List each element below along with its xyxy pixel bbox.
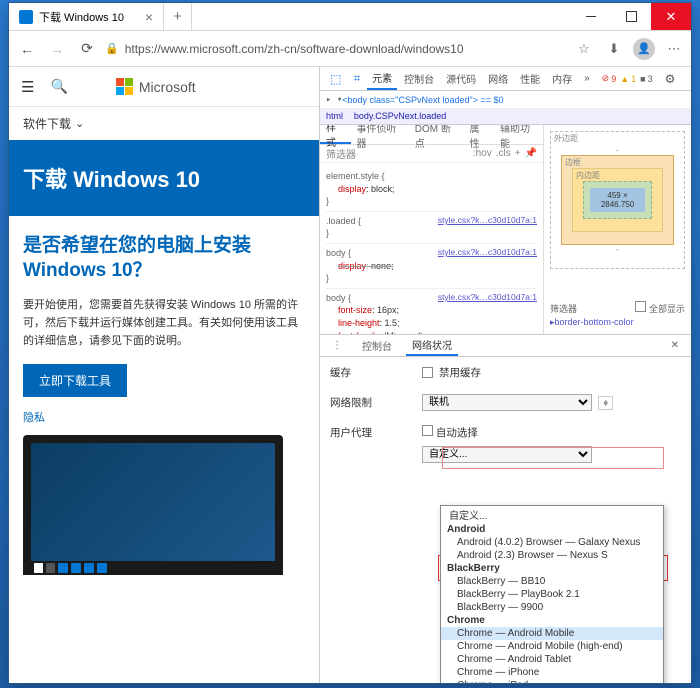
drawer-tab-console[interactable]: 控制台 (356, 336, 398, 355)
reading-list-icon[interactable]: ⬇ (603, 41, 625, 57)
inspect-icon[interactable]: ⬚ (325, 67, 346, 90)
drawer-close-icon[interactable]: ✕ (665, 338, 685, 353)
ua-option[interactable]: Chrome — iPhone (441, 666, 663, 679)
hov-toggle[interactable]: :hov (473, 148, 492, 159)
nav-forward-button[interactable]: → (45, 37, 69, 61)
browser-navbar: ← → ⟳ 🔒 https://www.microsoft.com/zh-cn/… (9, 31, 691, 67)
computed-prop-link[interactable]: border-bottom-color (555, 317, 634, 327)
url-text: https://www.microsoft.com/zh-cn/software… (125, 42, 464, 56)
throttle-settings-icon[interactable]: ♦ (598, 396, 613, 410)
warning-badge[interactable]: ▲1 (620, 74, 636, 84)
page-header: ☰ 🔍 Microsoft (9, 67, 319, 107)
devtools-menu-icon[interactable]: ⋮ (682, 67, 691, 90)
ua-textarea-outline[interactable] (442, 447, 664, 469)
ua-option[interactable]: Android (2.3) Browser — Nexus S (441, 549, 663, 562)
styles-tabs: 样式 事件侦听器 DOM 断点 属性 辅助功能 (320, 125, 543, 145)
throttle-select[interactable]: 联机 (422, 394, 592, 411)
drawer-panel: ⋮ 控制台 网络状况 ✕ 缓存 禁用缓存 网络限制 联机 ♦ (320, 335, 691, 683)
style-umbrella-icon[interactable]: 📌 (525, 148, 537, 159)
devtools-panel: ⬚ ⌗ 元素 控制台 源代码 网络 性能 内存 » ⊘9 ▲1 ■3 ⚙ ⋮ ✕ (319, 67, 691, 683)
lock-icon: 🔒 (105, 42, 119, 55)
webpage: ☰ 🔍 Microsoft 软件下载 下载 Windows 10 是否希望在您的… (9, 67, 319, 683)
microsoft-logo[interactable]: Microsoft (116, 78, 196, 95)
content-area: ☰ 🔍 Microsoft 软件下载 下载 Windows 10 是否希望在您的… (9, 67, 691, 683)
tab-elements[interactable]: 元素 (367, 67, 397, 90)
ua-option[interactable]: BlackBerry — PlayBook 2.1 (441, 588, 663, 601)
error-badge[interactable]: ⊘9 (602, 73, 617, 84)
ua-option[interactable]: BlackBerry — BB10 (441, 575, 663, 588)
titlebar: 下载 Windows 10 × + ✕ (9, 3, 691, 31)
tab-more[interactable]: » (579, 67, 595, 90)
tab-memory[interactable]: 内存 (547, 67, 577, 90)
styles-tab-dom[interactable]: DOM 断点 (409, 125, 464, 144)
privacy-link[interactable]: 隐私 (23, 409, 305, 425)
browser-window: 下载 Windows 10 × + ✕ ← → ⟳ 🔒 https://www.… (8, 2, 692, 684)
download-tool-button[interactable]: 立即下载工具 (23, 364, 127, 397)
page-body: 是否希望在您的电脑上安装 Windows 10？ 要开始使用，您需要首先获得安装… (9, 216, 319, 593)
styles-tab-event[interactable]: 事件侦听器 (351, 125, 409, 144)
ua-option[interactable]: Android (4.0.2) Browser — Galaxy Nexus (441, 536, 663, 549)
device-toggle-icon[interactable]: ⌗ (348, 67, 365, 90)
window-minimize-button[interactable] (571, 3, 611, 30)
styles-tab-props[interactable]: 属性 (463, 125, 494, 144)
ua-option[interactable]: Chrome — iPad (441, 679, 663, 683)
subnav-dropdown[interactable]: 软件下载 (9, 107, 319, 140)
tab-console[interactable]: 控制台 (399, 67, 439, 90)
box-model-pane: 外边距- 边框 内边距 459 × 2846.750 - 筛选器 全部 (543, 125, 691, 334)
computed-filter[interactable]: 筛选器 (550, 302, 577, 315)
styles-filter-input[interactable]: 筛选器 (326, 146, 356, 161)
show-all-checkbox[interactable] (635, 301, 646, 312)
ua-option[interactable]: Chrome — Android Tablet (441, 653, 663, 666)
body-text: 要开始使用，您需要首先获得安装 Windows 10 所需的许可，然后下载并运行… (23, 297, 305, 350)
drawer-menu-icon[interactable]: ⋮ (326, 338, 348, 353)
favorite-icon[interactable]: ☆ (573, 41, 595, 57)
menu-icon[interactable]: ⋯ (663, 41, 685, 57)
ms-logo-icon (116, 78, 133, 95)
nav-back-button[interactable]: ← (15, 37, 39, 61)
ua-option[interactable]: BlackBerry — 9900 (441, 601, 663, 614)
tab-title: 下载 Windows 10 (39, 9, 124, 25)
ua-label: 用户代理 (330, 425, 414, 440)
tab-close-icon[interactable]: × (145, 10, 153, 24)
hero-banner: 下载 Windows 10 (9, 140, 319, 216)
devtools-tabs: ⬚ ⌗ 元素 控制台 源代码 网络 性能 内存 » ⊘9 ▲1 ■3 ⚙ ⋮ ✕ (320, 67, 691, 91)
address-bar[interactable]: 🔒 https://www.microsoft.com/zh-cn/softwa… (105, 42, 567, 56)
tab-sources[interactable]: 源代码 (441, 67, 481, 90)
body-heading: 是否希望在您的电脑上安装 Windows 10？ (23, 234, 305, 283)
cache-label: 缓存 (330, 365, 414, 380)
new-tab-button[interactable]: + (164, 3, 192, 30)
logo-text: Microsoft (139, 79, 196, 95)
disable-cache-checkbox[interactable] (422, 367, 433, 378)
cls-toggle[interactable]: .cls (496, 148, 511, 159)
window-maximize-button[interactable] (611, 3, 651, 30)
nav-reload-button[interactable]: ⟳ (75, 37, 99, 61)
styles-pane: 样式 事件侦听器 DOM 断点 属性 辅助功能 筛选器 :hov .cls + … (320, 125, 543, 334)
box-content-size: 459 × 2846.750 (590, 188, 645, 212)
info-badge[interactable]: ■3 (640, 74, 652, 84)
network-conditions-body: 缓存 禁用缓存 网络限制 联机 ♦ 用户代理 自动选择 (320, 357, 691, 683)
dom-selected-line[interactable]: ▸ ▾ <body class="CSPvNext loaded"> == $0 (320, 91, 691, 109)
ua-auto-checkbox[interactable] (422, 425, 433, 436)
devtools-settings-icon[interactable]: ⚙ (660, 67, 681, 90)
profile-avatar[interactable]: 👤 (633, 38, 655, 60)
hero-title: 下载 Windows 10 (23, 162, 305, 194)
ua-option[interactable]: Chrome — Android Mobile (high-end) (441, 640, 663, 653)
drawer-tab-network-conditions[interactable]: 网络状况 (406, 335, 458, 356)
styles-tab-styles[interactable]: 样式 (320, 125, 351, 144)
search-icon[interactable]: 🔍 (50, 78, 67, 95)
new-style-button[interactable]: + (515, 148, 521, 159)
styles-tab-a11y[interactable]: 辅助功能 (494, 125, 543, 144)
tab-performance[interactable]: 性能 (515, 67, 545, 90)
hamburger-icon[interactable]: ☰ (21, 78, 34, 96)
css-rules-list[interactable]: element.style {display: block;}style.csx… (320, 163, 543, 334)
breadcrumb[interactable]: html body.CSPvNext.loaded (320, 109, 691, 125)
ua-option[interactable]: Chrome — Android Mobile (441, 627, 663, 640)
ua-dropdown-list[interactable]: 自定义...AndroidAndroid (4.0.2) Browser — G… (440, 505, 664, 683)
laptop-image (23, 435, 283, 575)
tab-favicon (19, 10, 33, 24)
browser-tab[interactable]: 下载 Windows 10 × (9, 3, 164, 30)
window-close-button[interactable]: ✕ (651, 3, 691, 30)
throttle-label: 网络限制 (330, 395, 414, 410)
tab-network[interactable]: 网络 (483, 67, 513, 90)
